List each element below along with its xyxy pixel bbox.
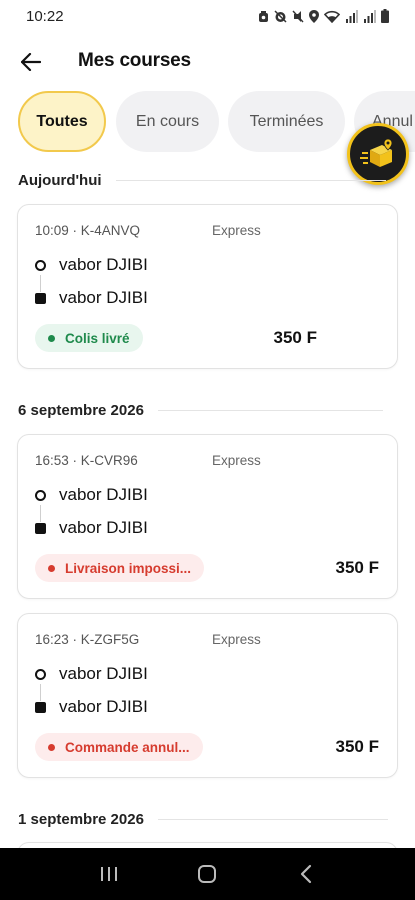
destination-stop: vabor DJIBI	[35, 288, 148, 308]
wifi-icon	[324, 10, 340, 23]
header: Mes courses	[0, 40, 415, 84]
course-price: 350 F	[273, 328, 317, 347]
course-price: 350 F	[335, 558, 379, 577]
course-type: Express	[212, 453, 261, 468]
recent-apps-icon	[101, 867, 118, 881]
course-time-ref: 16:23 · K-ZGF5G	[35, 632, 140, 647]
course-time-ref: 16:53 · K-CVR96	[35, 453, 138, 468]
origin-stop: vabor DJIBI	[35, 664, 148, 684]
course-card[interactable]: 16:23 · K-ZGF5G Express vabor DJIBI vabo…	[17, 613, 398, 778]
location-icon	[309, 9, 319, 23]
section-header: 1 septembre 2026	[18, 808, 398, 830]
back-button[interactable]	[16, 48, 46, 76]
status-label: Colis livré	[65, 330, 130, 346]
status-bar: 10:22	[0, 0, 415, 32]
status-label: Commande annul...	[65, 739, 190, 755]
signal-icon	[346, 9, 358, 23]
section-divider	[115, 179, 386, 181]
home-icon	[198, 865, 217, 883]
tab-en-cours[interactable]: En cours	[116, 91, 219, 152]
course-type: Express	[212, 632, 261, 647]
section-divider	[157, 409, 383, 411]
destination-marker-icon	[35, 522, 46, 534]
section-divider	[157, 818, 388, 820]
page-title: Mes courses	[78, 50, 191, 71]
course-card[interactable]: 10:09 · K-4ANVQ Express vabor DJIBI vabo…	[17, 204, 398, 369]
status-icons	[258, 9, 389, 23]
destination-label: vabor DJIBI	[59, 288, 148, 307]
origin-stop: vabor DJIBI	[35, 255, 148, 275]
section-header: 6 septembre 2026	[18, 399, 398, 421]
alarm-icon	[259, 10, 268, 22]
recent-apps-button[interactable]	[89, 854, 129, 894]
home-button[interactable]	[187, 854, 227, 894]
destination-stop: vabor DJIBI	[35, 697, 148, 717]
origin-marker-icon	[35, 668, 46, 680]
section-title: 1 septembre 2026	[18, 810, 144, 828]
mute-icon	[274, 9, 287, 23]
system-nav-bar	[0, 848, 415, 900]
status-dot-icon	[48, 743, 55, 751]
nav-back-button[interactable]	[286, 854, 326, 894]
status-time: 10:22	[26, 7, 64, 25]
course-type: Express	[212, 223, 261, 238]
back-icon	[300, 864, 311, 884]
section-title: Aujourd'hui	[18, 171, 102, 189]
course-time-ref: 10:09 · K-4ANVQ	[35, 223, 141, 238]
destination-stop: vabor DJIBI	[35, 518, 148, 538]
tab-terminees[interactable]: Terminées	[228, 91, 345, 152]
delivery-box-icon	[360, 138, 393, 167]
course-card[interactable]: 16:53 · K-CVR96 Express vabor DJIBI vabo…	[17, 434, 398, 599]
status-badge: Colis livré	[35, 324, 143, 352]
origin-marker-icon	[35, 489, 46, 501]
origin-label: vabor DJIBI	[59, 664, 148, 683]
battery-icon	[381, 9, 389, 23]
origin-label: vabor DJIBI	[59, 485, 148, 504]
dnd-icon	[292, 10, 304, 22]
signal-icon	[364, 9, 376, 23]
origin-marker-icon	[35, 259, 46, 271]
destination-marker-icon	[35, 292, 46, 304]
status-dot-icon	[48, 334, 55, 342]
arrow-left-icon	[21, 53, 41, 71]
section-header: Aujourd'hui	[18, 169, 398, 191]
destination-marker-icon	[35, 701, 46, 713]
origin-stop: vabor DJIBI	[35, 485, 148, 505]
origin-label: vabor DJIBI	[59, 255, 148, 274]
section-title: 6 septembre 2026	[18, 401, 144, 419]
destination-label: vabor DJIBI	[59, 697, 148, 716]
status-label: Livraison impossi...	[65, 560, 192, 576]
tab-toutes[interactable]: Toutes	[18, 91, 106, 152]
destination-label: vabor DJIBI	[59, 518, 148, 537]
status-dot-icon	[48, 564, 55, 572]
status-badge: Commande annul...	[35, 733, 203, 761]
course-price: 350 F	[335, 737, 379, 756]
status-badge: Livraison impossi...	[35, 554, 205, 582]
